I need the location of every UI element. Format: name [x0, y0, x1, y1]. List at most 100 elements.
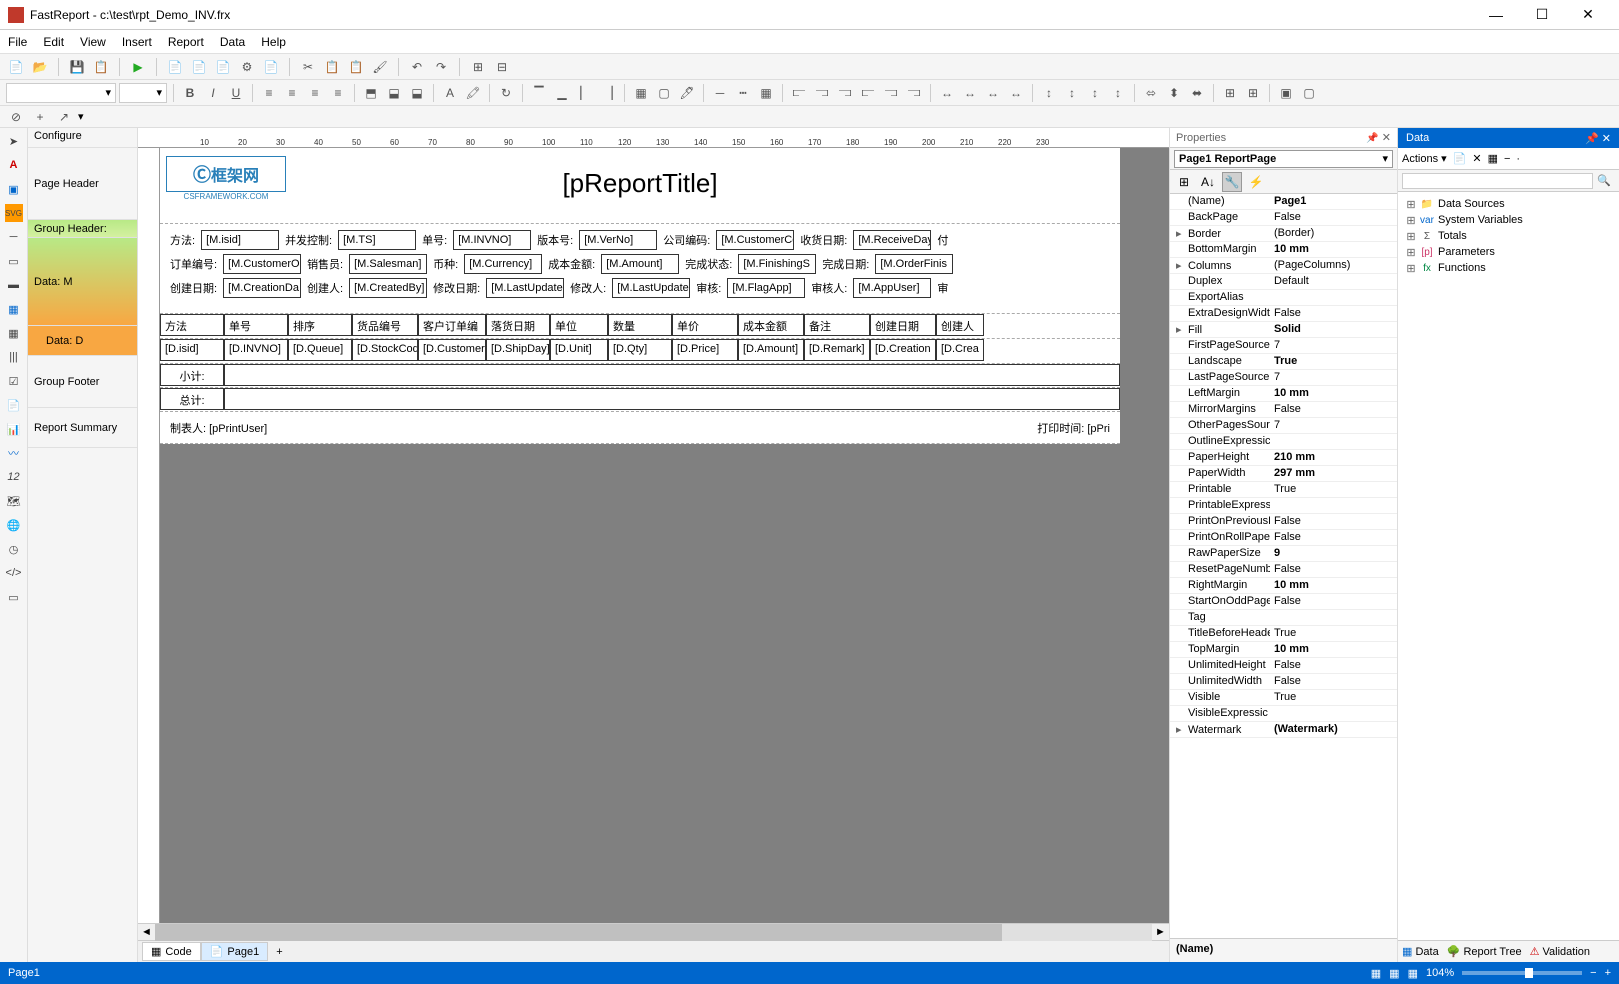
property-row[interactable]: TopMargin10 mm	[1170, 642, 1397, 658]
table-header-area[interactable]: 方法单号排序货品编号客户订单编落货日期单位数量单价成本金额备注创建日期创建人	[160, 314, 1120, 339]
unit-mm-icon[interactable]: ▦	[1371, 967, 1381, 980]
property-value[interactable]: True	[1270, 626, 1397, 641]
field-value[interactable]: [M.INVNO]	[453, 230, 531, 250]
layout-align-left-icon[interactable]: ⫍	[789, 83, 809, 103]
property-row[interactable]: ExportAlias	[1170, 290, 1397, 306]
field-value[interactable]: [M.Salesman]	[349, 254, 427, 274]
property-row[interactable]: PrintOnRollPaperFalse	[1170, 530, 1397, 546]
send-back-icon[interactable]: ▢	[1299, 83, 1319, 103]
property-value[interactable]: Page1	[1270, 194, 1397, 209]
page-setup-icon[interactable]: ⚙	[237, 57, 257, 77]
total-row[interactable]: 总计:	[160, 388, 1120, 412]
property-value[interactable]: False	[1270, 594, 1397, 609]
wrench-icon[interactable]: 🔧	[1222, 172, 1242, 192]
property-value[interactable]: 10 mm	[1270, 242, 1397, 257]
expand-icon[interactable]: ▸	[1176, 259, 1186, 272]
property-row[interactable]: ▸FillSolid	[1170, 322, 1397, 338]
property-value[interactable]: (Watermark)	[1270, 722, 1397, 737]
property-value[interactable]: (PageColumns)	[1270, 258, 1397, 273]
zoom-slider[interactable]	[1462, 971, 1582, 975]
tree-item[interactable]: ⊞📁Data Sources	[1402, 196, 1615, 212]
property-value[interactable]: True	[1270, 482, 1397, 497]
richtext-tool-icon[interactable]: 📄	[5, 396, 23, 414]
property-row[interactable]: OtherPagesSource7	[1170, 418, 1397, 434]
subtotal-row[interactable]: 小计:	[160, 364, 1120, 388]
text-tool-icon[interactable]: A	[5, 156, 23, 174]
fit-grid-icon[interactable]: ⊞	[1243, 83, 1263, 103]
property-row[interactable]: UnlimitedHeightFalse	[1170, 658, 1397, 674]
sparkline-tool-icon[interactable]: 〰	[5, 444, 23, 462]
table-data-cell[interactable]: [D.isid]	[160, 339, 224, 361]
menu-insert[interactable]: Insert	[122, 35, 152, 49]
code-tab[interactable]: ▦Code	[142, 942, 201, 961]
undo-icon[interactable]: ↶	[407, 57, 427, 77]
expand-icon[interactable]: ⊞	[1406, 262, 1416, 275]
fillcolor-icon[interactable]: 🖍	[463, 83, 483, 103]
pin-icon[interactable]: 📌	[1366, 133, 1378, 144]
table-data-cell[interactable]: [D.Customer	[418, 339, 486, 361]
property-row[interactable]: ▸Watermark(Watermark)	[1170, 722, 1397, 738]
property-value[interactable]: False	[1270, 530, 1397, 545]
property-value[interactable]	[1270, 706, 1397, 721]
copy-icon[interactable]: 📋	[322, 57, 342, 77]
bold-icon[interactable]: B	[180, 83, 200, 103]
field-value[interactable]: [M.Amount]	[601, 254, 679, 274]
layout-align-mid-icon[interactable]: ⫎	[881, 83, 901, 103]
table-data-cell[interactable]: [D.ShipDay]	[486, 339, 550, 361]
property-value[interactable]: 7	[1270, 338, 1397, 353]
table-header-cell[interactable]: 货品编号	[352, 314, 418, 336]
property-row[interactable]: PaperWidth297 mm	[1170, 466, 1397, 482]
table-header-cell[interactable]: 数量	[608, 314, 672, 336]
property-value[interactable]: 9	[1270, 546, 1397, 561]
gauge-tool-icon[interactable]: ◷	[5, 540, 23, 558]
globe-tool-icon[interactable]: 🌐	[5, 516, 23, 534]
data-d-band[interactable]: Data: D	[28, 326, 137, 356]
tree-item[interactable]: ⊞varSystem Variables	[1402, 212, 1615, 228]
object-selector[interactable]: Page1 ReportPage▾	[1170, 148, 1397, 170]
new-datasource-icon[interactable]: 📄	[1453, 152, 1467, 165]
property-value[interactable]: 10 mm	[1270, 642, 1397, 657]
property-row[interactable]: LeftMargin10 mm	[1170, 386, 1397, 402]
close-button[interactable]: ✕	[1565, 0, 1611, 30]
expand-icon[interactable]: ⊞	[1406, 198, 1416, 211]
view-icon[interactable]: ▦	[1488, 152, 1498, 165]
border-top-icon[interactable]: ▔	[529, 83, 549, 103]
close-panel-icon[interactable]: ✕	[1382, 132, 1391, 144]
property-value[interactable]: False	[1270, 514, 1397, 529]
property-row[interactable]: TitleBeforeHeadeTrue	[1170, 626, 1397, 642]
align-justify-icon[interactable]: ≡	[328, 83, 348, 103]
property-row[interactable]: OutlineExpressic	[1170, 434, 1397, 450]
snap-grid-icon[interactable]: ⊞	[1220, 83, 1240, 103]
tree-item[interactable]: ⊞fxFunctions	[1402, 260, 1615, 276]
property-row[interactable]: (Name)Page1	[1170, 194, 1397, 210]
property-row[interactable]: BottomMargin10 mm	[1170, 242, 1397, 258]
property-row[interactable]: StartOnOddPageFalse	[1170, 594, 1397, 610]
expand-icon[interactable]: ⊞	[1406, 246, 1416, 259]
line-style-icon[interactable]: ┅	[733, 83, 753, 103]
report-page[interactable]: Ⓒ框架网 CSFRAMEWORK.COM [pReportTitle] 方法:[…	[160, 148, 1120, 444]
page1-tab[interactable]: 📄Page1	[201, 942, 269, 961]
save-icon[interactable]: 💾	[67, 57, 87, 77]
configure-band[interactable]: Configure	[28, 128, 137, 148]
add-page-tab[interactable]: +	[268, 944, 290, 960]
alpha-icon[interactable]: A↓	[1198, 172, 1218, 192]
border-none-icon[interactable]: ▢	[654, 83, 674, 103]
property-value[interactable]: 210 mm	[1270, 450, 1397, 465]
ungroup-icon[interactable]: ⊟	[492, 57, 512, 77]
table-data-cell[interactable]: [D.INVNO]	[224, 339, 288, 361]
field-value[interactable]: [M.OrderFinis	[875, 254, 953, 274]
space-v-icon[interactable]: ↕	[1039, 83, 1059, 103]
property-value[interactable]	[1270, 610, 1397, 625]
format-painter-icon[interactable]: 🖌	[370, 57, 390, 77]
table-data-cell[interactable]: [D.Qty]	[608, 339, 672, 361]
close-panel-icon[interactable]: ✕	[1602, 133, 1611, 145]
property-value[interactable]: True	[1270, 690, 1397, 705]
space-h4-icon[interactable]: ↔	[1006, 83, 1026, 103]
property-value[interactable]: False	[1270, 402, 1397, 417]
new-icon[interactable]: 📄	[6, 57, 26, 77]
field-value[interactable]: [M.FinishingS	[738, 254, 816, 274]
property-value[interactable]: 297 mm	[1270, 466, 1397, 481]
table-header-cell[interactable]: 备注	[804, 314, 870, 336]
property-row[interactable]: PrintableExpress	[1170, 498, 1397, 514]
menu-view[interactable]: View	[80, 35, 106, 49]
